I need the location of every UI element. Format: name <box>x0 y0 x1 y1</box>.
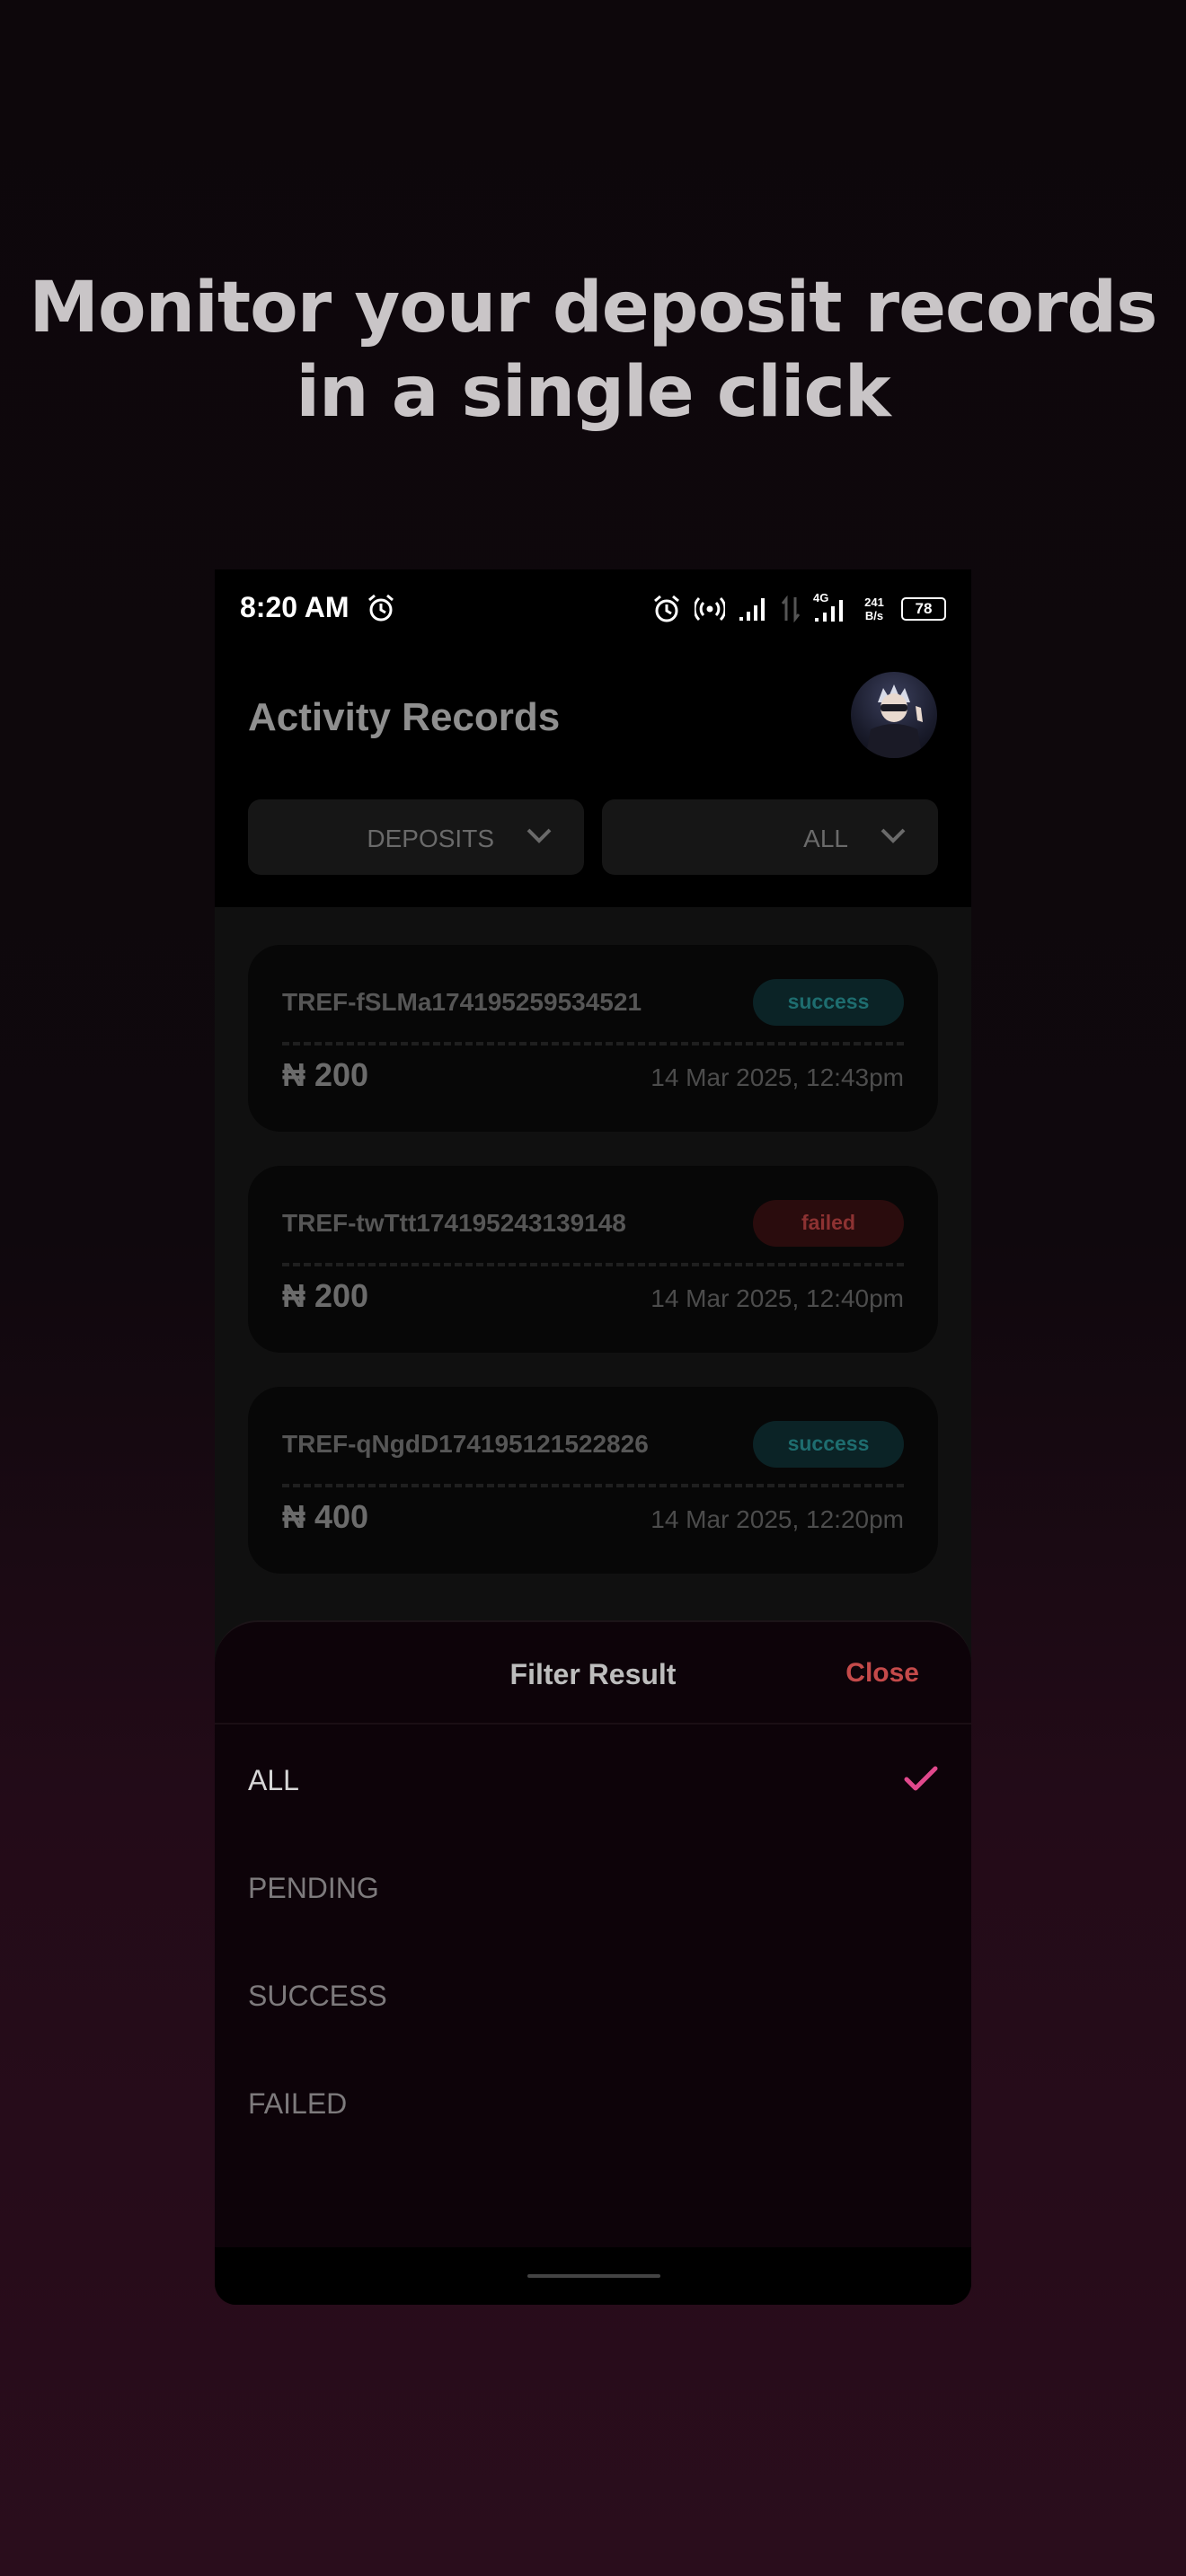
status-time: 8:20 AM <box>240 591 350 623</box>
transaction-date: 14 Mar 2025, 12:20pm <box>651 1505 904 1533</box>
status-filter-dropdown[interactable]: ALL <box>602 799 938 875</box>
network-speed: 241 B/s <box>860 595 889 622</box>
divider <box>282 1263 904 1266</box>
data-arrows-icon <box>781 595 801 622</box>
transaction-date: 14 Mar 2025, 12:43pm <box>651 1063 904 1091</box>
headline: Monitor your deposit records in a single… <box>0 266 1186 435</box>
filter-option-success[interactable]: SUCCESS <box>248 1980 387 2013</box>
nav-bar <box>215 2247 971 2305</box>
alarm-icon <box>654 595 679 622</box>
signal-icon <box>815 600 843 622</box>
phone-screen: 8:20 AM 4G 241 B/s 78 Activity Records D… <box>215 569 971 2305</box>
type-filter-dropdown[interactable]: DEPOSITS <box>248 799 584 875</box>
status-filter-label: ALL <box>803 825 848 852</box>
app-bar: Activity Records <box>215 647 971 758</box>
filter-bar: DEPOSITS ALL <box>215 758 971 907</box>
battery-level: 78 <box>915 600 933 617</box>
avatar-character-icon <box>865 684 923 758</box>
close-button[interactable]: Close <box>845 1658 919 1689</box>
check-icon <box>904 1766 938 1791</box>
transaction-amount: ₦ 200 <box>282 1056 369 1093</box>
transaction-card[interactable]: TREF-twTtt174195243139148 failed ₦ 200 1… <box>248 1166 938 1353</box>
status-badge: success <box>753 1421 904 1468</box>
alarm-icon <box>368 594 394 622</box>
status-badge: success <box>753 979 904 1026</box>
filter-option-all[interactable]: ALL <box>248 1764 299 1797</box>
type-filter-label: DEPOSITS <box>367 825 494 852</box>
signal-4g: 4G <box>813 591 847 623</box>
transaction-amount: ₦ 200 <box>282 1277 369 1314</box>
signal-icon <box>739 598 765 621</box>
headline-line-2: in a single click <box>296 352 890 433</box>
divider <box>282 1484 904 1487</box>
transaction-amount: ₦ 400 <box>282 1498 369 1535</box>
chevron-down-icon <box>527 828 552 843</box>
filter-bottom-sheet: Filter Result Close ALL PENDING SUCCESS … <box>215 1620 971 2305</box>
transaction-card[interactable]: TREF-qNgdD174195121522826 success ₦ 400 … <box>248 1387 938 1574</box>
transaction-ref: TREF-fSLMa174195259534521 <box>282 988 642 1016</box>
home-indicator[interactable] <box>527 2274 660 2278</box>
divider <box>282 1042 904 1045</box>
filter-option-pending[interactable]: PENDING <box>248 1872 379 1905</box>
transaction-card[interactable]: TREF-fSLMa174195259534521 success ₦ 200 … <box>248 945 938 1132</box>
speed-unit: B/s <box>864 609 884 622</box>
chevron-down-icon <box>881 828 906 843</box>
status-icons: 4G 241 B/s 78 <box>651 591 946 623</box>
status-bar: 8:20 AM 4G 241 B/s 78 <box>215 569 971 647</box>
transaction-ref: TREF-twTtt174195243139148 <box>282 1209 626 1237</box>
divider <box>215 1723 971 1725</box>
hotspot-icon <box>695 596 725 622</box>
transaction-ref: TREF-qNgdD174195121522826 <box>282 1430 649 1458</box>
speed-value: 241 <box>864 595 884 609</box>
page-title: Activity Records <box>248 695 561 739</box>
status-badge: failed <box>753 1200 904 1247</box>
filter-option-failed[interactable]: FAILED <box>248 2087 347 2121</box>
transaction-list: TREF-fSLMa174195259534521 success ₦ 200 … <box>215 907 971 1716</box>
headline-line-1: Monitor your deposit records <box>29 268 1157 348</box>
battery-icon: 78 <box>901 597 946 621</box>
avatar[interactable] <box>851 672 937 758</box>
transaction-date: 14 Mar 2025, 12:40pm <box>651 1284 904 1312</box>
